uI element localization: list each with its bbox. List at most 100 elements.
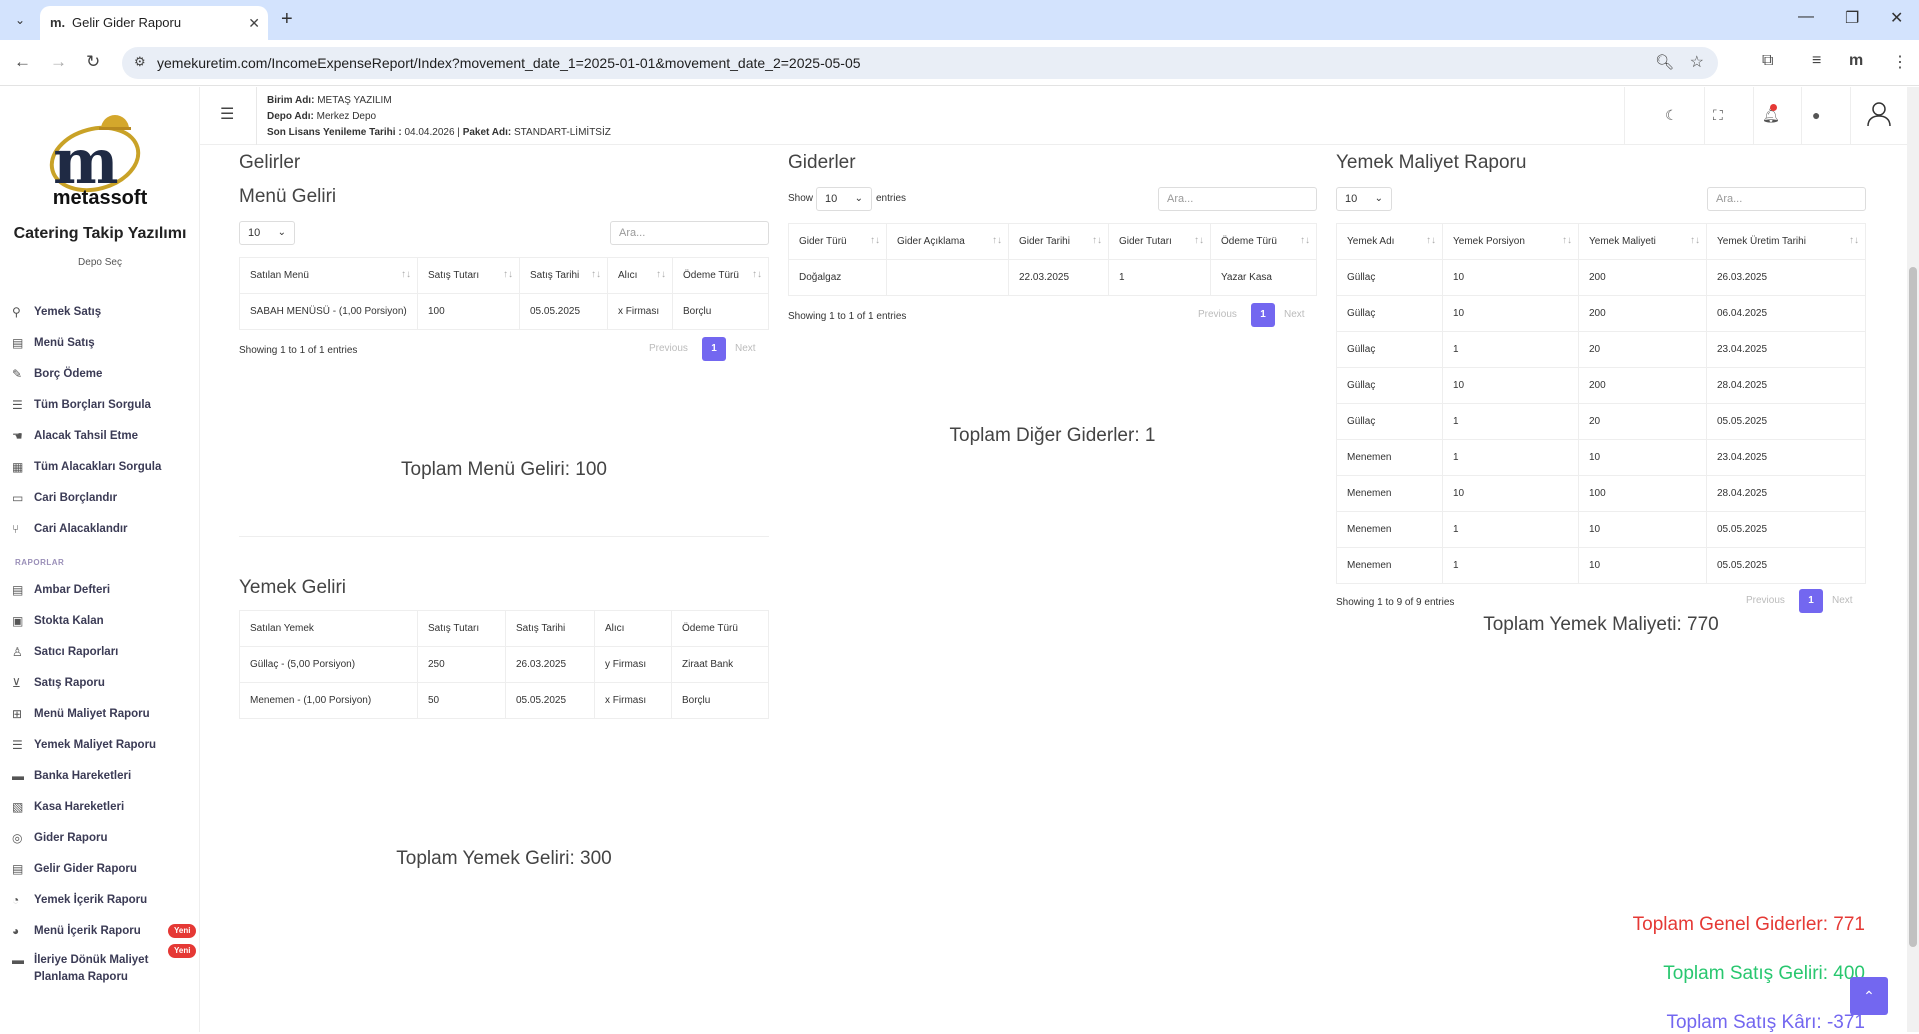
column-header[interactable]: Ödeme Türü ↑↓ — [672, 257, 769, 294]
sidebar-item-tum-borclari-sorgula[interactable]: ☰ Tüm Borçları Sorgula — [0, 390, 200, 421]
fullscreen-icon[interactable]: ⛶ — [1713, 107, 1723, 124]
sidebar-item-tum-alacaklari-sorgula[interactable]: ▦ Tüm Alacakları Sorgula — [0, 452, 200, 483]
brand-name: metassoft — [52, 187, 148, 209]
browser-tab-active[interactable]: m. Gelir Gider Raporu ✕ — [40, 6, 268, 40]
table-row: Güllaç 1 20 23.04.2025 — [1336, 331, 1866, 368]
column-header[interactable]: Yemek Porsiyon ↑↓ — [1442, 223, 1579, 260]
table-cell: Güllaç — [1336, 295, 1443, 332]
user-avatar-icon[interactable] — [1867, 101, 1891, 130]
yemek-maliyet-search-input[interactable]: Ara... — [1707, 187, 1866, 211]
table-cell: 28.04.2025 — [1706, 367, 1866, 404]
previous-page-button[interactable]: Previous — [1198, 309, 1237, 320]
bookmark-star-icon[interactable]: ☆ — [1690, 52, 1704, 72]
sidebar-item-kasa-hareketleri[interactable]: ▧ Kasa Hareketleri — [0, 792, 200, 823]
extensions-icon[interactable]: ⧉ — [1762, 52, 1773, 70]
yemek-maliyet-info: Showing 1 to 9 of 9 entries — [1336, 597, 1455, 608]
column-header[interactable]: Yemek Adı ↑↓ — [1336, 223, 1443, 260]
sidebar-item-borc-odeme[interactable]: ✎ Borç Ödeme — [0, 359, 200, 390]
table-cell: 1 — [1442, 403, 1579, 440]
menu-geliri-search-input[interactable]: Ara... — [610, 221, 769, 245]
column-header[interactable]: Satış Tarihi ↑↓ — [519, 257, 608, 294]
sidebar-item-menu-icerik-raporu[interactable]: ◕ Menü İçerik Raporu Yeni — [0, 916, 200, 947]
close-tab-icon[interactable]: ✕ — [248, 6, 260, 40]
close-window-icon[interactable]: ✕ — [1890, 8, 1903, 28]
next-page-button[interactable]: Next — [1284, 309, 1305, 320]
menu-geliri-length-select[interactable]: 10 ⌄ — [239, 221, 295, 245]
previous-page-button[interactable]: Previous — [649, 343, 688, 354]
yemek-maliyet-length-select[interactable]: 10 ⌄ — [1336, 187, 1392, 211]
table-header-row: Gider Türü ↑↓ Gider Açıklama ↑↓ Gider Tari… — [788, 223, 1317, 260]
page-1-button[interactable]: 1 — [1799, 589, 1823, 613]
browser-menu-icon[interactable]: ⋮ — [1892, 52, 1908, 72]
profile-extension-icon[interactable]: m — [1849, 52, 1863, 70]
chevron-down-icon: ⌄ — [854, 193, 863, 204]
address-bar[interactable]: ⚙ yemekuretim.com/IncomeExpenseReport/In… — [122, 47, 1718, 79]
previous-page-button[interactable]: Previous — [1746, 595, 1785, 606]
tab-title: Gelir Gider Raporu — [72, 15, 182, 30]
giderler-search-input[interactable]: Ara... — [1158, 187, 1317, 211]
sort-icon: ↑↓ — [1562, 235, 1572, 246]
column-header[interactable]: Gider Tarihi ↑↓ — [1008, 223, 1109, 260]
column-header[interactable]: Alıcı ↑↓ — [607, 257, 673, 294]
column-header[interactable]: Ödeme Türü ↑↓ — [1210, 223, 1317, 260]
sidebar-item-stokta-kalan[interactable]: ▣ Stokta Kalan — [0, 606, 200, 637]
chart-icon: ◔ — [12, 893, 20, 907]
sidebar-item-yemek-satis[interactable]: ⚲ Yemek Satış — [0, 297, 200, 328]
site-info-icon[interactable]: ⚙ — [134, 54, 146, 70]
sidebar-item-cari-borclandir[interactable]: ▭ Cari Borçlandır — [0, 483, 200, 514]
column-header-label: Gider Tutarı — [1119, 236, 1172, 247]
sidebar-item-gider-raporu[interactable]: ◎ Gider Raporu — [0, 823, 200, 854]
sidebar-item-menu-satis[interactable]: ▤ Menü Satış — [0, 328, 200, 359]
column-header[interactable]: Satış Tutarı ↑↓ — [417, 257, 520, 294]
giderler-length-select[interactable]: 10 ⌄ — [816, 187, 872, 211]
notification-bell-icon[interactable]: 🔔︎ — [1762, 104, 1780, 124]
yemek-maliyet-table: Yemek Adı ↑↓ Yemek Porsiyon ↑↓ Yemek Maliy… — [1336, 223, 1866, 584]
restore-icon[interactable]: ❐ — [1845, 8, 1859, 28]
new-tab-icon[interactable]: + — [281, 8, 293, 31]
minimize-icon[interactable]: — — [1798, 8, 1814, 26]
hamburger-menu-icon[interactable]: ☰ — [220, 104, 234, 124]
sidebar-item-yemek-icerik-raporu[interactable]: ◔ Yemek İçerik Raporu — [0, 885, 200, 916]
column-header-label: Ödeme Türü — [683, 270, 739, 281]
table-cell: 05.05.2025 — [1706, 403, 1866, 440]
sidebar-item-yemek-maliyet-raporu[interactable]: ☰ Yemek Maliyet Raporu — [0, 730, 200, 761]
sidebar-item-banka-hareketleri[interactable]: ▬ Banka Hareketleri — [0, 761, 200, 792]
table-row: Menemen 1 10 23.04.2025 — [1336, 439, 1866, 476]
scroll-to-top-button[interactable]: ⌃ — [1850, 977, 1888, 1015]
sort-icon: ↑↓ — [1849, 235, 1859, 246]
sidebar-item-satici-raporlari[interactable]: ♙ Satıcı Raporları — [0, 637, 200, 668]
column-header[interactable]: Yemek Üretim Tarihi ↑↓ — [1706, 223, 1866, 260]
sidebar-item-ileriye-donuk-maliyet[interactable]: ▬ İleriye Dönük Maliyet Planlama Raporu Ye… — [0, 944, 200, 991]
table-header-row: Yemek Adı ↑↓ Yemek Porsiyon ↑↓ Yemek Maliy… — [1336, 223, 1866, 260]
url-text[interactable]: yemekuretim.com/IncomeExpenseReport/Inde… — [157, 47, 861, 79]
next-page-button[interactable]: Next — [1832, 595, 1853, 606]
sidebar-item-satis-raporu[interactable]: ⊻ Satış Raporu — [0, 668, 200, 699]
sidebar-item-cari-alacaklandir[interactable]: ⑂ Cari Alacaklandır — [0, 514, 200, 545]
column-header[interactable]: Gider Türü ↑↓ — [788, 223, 887, 260]
sidebar-item-ambar-defteri[interactable]: ▤ Ambar Defteri — [0, 575, 200, 606]
forward-icon[interactable]: → — [50, 52, 67, 72]
table-row: Doğalgaz 22.03.2025 1 Yazar Kasa — [788, 259, 1317, 296]
tab-search-dropdown-icon[interactable]: ⌄ — [10, 10, 30, 30]
column-header[interactable]: Satılan Menü ↑↓ — [239, 257, 418, 294]
help-icon[interactable]: ● — [1812, 107, 1820, 123]
sidebar-item-alacak-tahsil-etme[interactable]: ☚ Alacak Tahsil Etme — [0, 421, 200, 452]
page-scrollbar[interactable] — [1907, 87, 1919, 1032]
depo-select-link[interactable]: Depo Seç — [0, 257, 200, 268]
sidebar-item-gelir-gider-raporu[interactable]: ▤ Gelir Gider Raporu — [0, 854, 200, 885]
page-1-button[interactable]: 1 — [702, 337, 726, 361]
reload-icon[interactable]: ↻ — [86, 52, 100, 72]
giderler-title: Giderler — [788, 152, 856, 173]
zoom-icon[interactable]: 🔍︎ — [1655, 53, 1674, 71]
column-header[interactable]: Gider Açıklama ↑↓ — [886, 223, 1009, 260]
back-icon[interactable]: ← — [14, 52, 31, 72]
sidebar-item-menu-maliyet-raporu[interactable]: ⊞ Menü Maliyet Raporu — [0, 699, 200, 730]
column-header[interactable]: Yemek Maliyeti ↑↓ — [1578, 223, 1707, 260]
divider — [1850, 87, 1851, 145]
scrollbar-thumb[interactable] — [1909, 267, 1917, 947]
next-page-button[interactable]: Next — [735, 343, 756, 354]
media-controls-icon[interactable]: ≡ — [1812, 52, 1821, 70]
column-header[interactable]: Gider Tutarı ↑↓ — [1108, 223, 1211, 260]
page-1-button[interactable]: 1 — [1251, 303, 1275, 327]
dark-mode-moon-icon[interactable]: ☾ — [1665, 107, 1678, 124]
